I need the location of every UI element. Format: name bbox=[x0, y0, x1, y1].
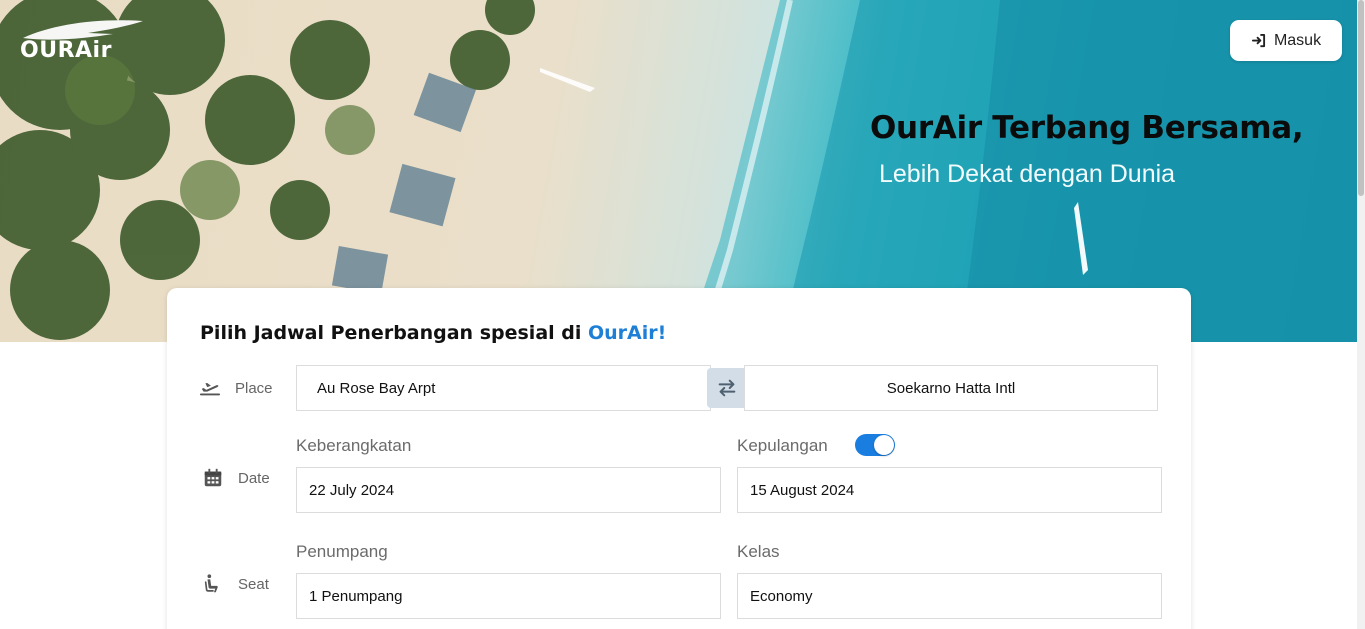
title-brand: OurAir! bbox=[588, 322, 667, 344]
title-prefix: Pilih Jadwal Penerbangan spesial di bbox=[200, 322, 588, 344]
return-date-field[interactable]: 15 August 2024 bbox=[737, 467, 1162, 513]
swap-arrows-icon bbox=[718, 379, 736, 397]
date-row-label: Date bbox=[202, 467, 270, 489]
logo-text: OURAir bbox=[20, 38, 112, 63]
page: OURAir Masuk OurAir Terbang Bersama, Leb… bbox=[0, 0, 1365, 629]
swap-places-button[interactable] bbox=[707, 368, 747, 408]
departure-date-field[interactable]: 22 July 2024 bbox=[296, 467, 721, 513]
seat-label: Seat bbox=[238, 575, 269, 593]
date-label: Date bbox=[238, 469, 270, 487]
departure-date-value: 22 July 2024 bbox=[309, 481, 395, 499]
place-label: Place bbox=[235, 379, 273, 397]
passenger-field[interactable]: 1 Penumpang bbox=[296, 573, 721, 619]
destination-value: Soekarno Hatta Intl bbox=[886, 379, 1016, 397]
calendar-icon bbox=[204, 468, 222, 487]
destination-field[interactable]: Soekarno Hatta Intl bbox=[744, 365, 1158, 411]
origin-field[interactable]: Au Rose Bay Arpt bbox=[296, 365, 711, 411]
return-date-value: 15 August 2024 bbox=[750, 481, 855, 499]
page-scrollbar[interactable] bbox=[1357, 0, 1365, 629]
seat-row-label: Seat bbox=[202, 573, 269, 595]
seat-icon bbox=[204, 574, 218, 593]
login-arrow-icon bbox=[1251, 33, 1265, 48]
search-card-title: Pilih Jadwal Penerbangan spesial di OurA… bbox=[200, 322, 666, 344]
return-label: Kepulangan bbox=[737, 436, 828, 455]
hero-title: OurAir Terbang Bersama, bbox=[870, 110, 1304, 146]
passenger-value: 1 Penumpang bbox=[309, 587, 403, 605]
login-button[interactable]: Masuk bbox=[1230, 20, 1342, 61]
scrollbar-thumb[interactable] bbox=[1358, 0, 1364, 196]
hero-subtitle: Lebih Dekat dengan Dunia bbox=[879, 160, 1176, 188]
origin-value: Au Rose Bay Arpt bbox=[317, 379, 436, 397]
place-row-label: Place bbox=[199, 377, 273, 399]
return-toggle-knob bbox=[874, 435, 894, 455]
passenger-label: Penumpang bbox=[296, 542, 388, 561]
class-value: Economy bbox=[750, 587, 813, 605]
login-label: Masuk bbox=[1273, 31, 1322, 49]
return-toggle[interactable] bbox=[855, 434, 895, 456]
departure-label: Keberangkatan bbox=[296, 436, 412, 455]
class-label: Kelas bbox=[737, 542, 780, 561]
plane-departure-icon bbox=[199, 382, 221, 396]
class-select[interactable]: Economy bbox=[737, 573, 1162, 619]
flight-search-card: Pilih Jadwal Penerbangan spesial di OurA… bbox=[167, 288, 1191, 629]
